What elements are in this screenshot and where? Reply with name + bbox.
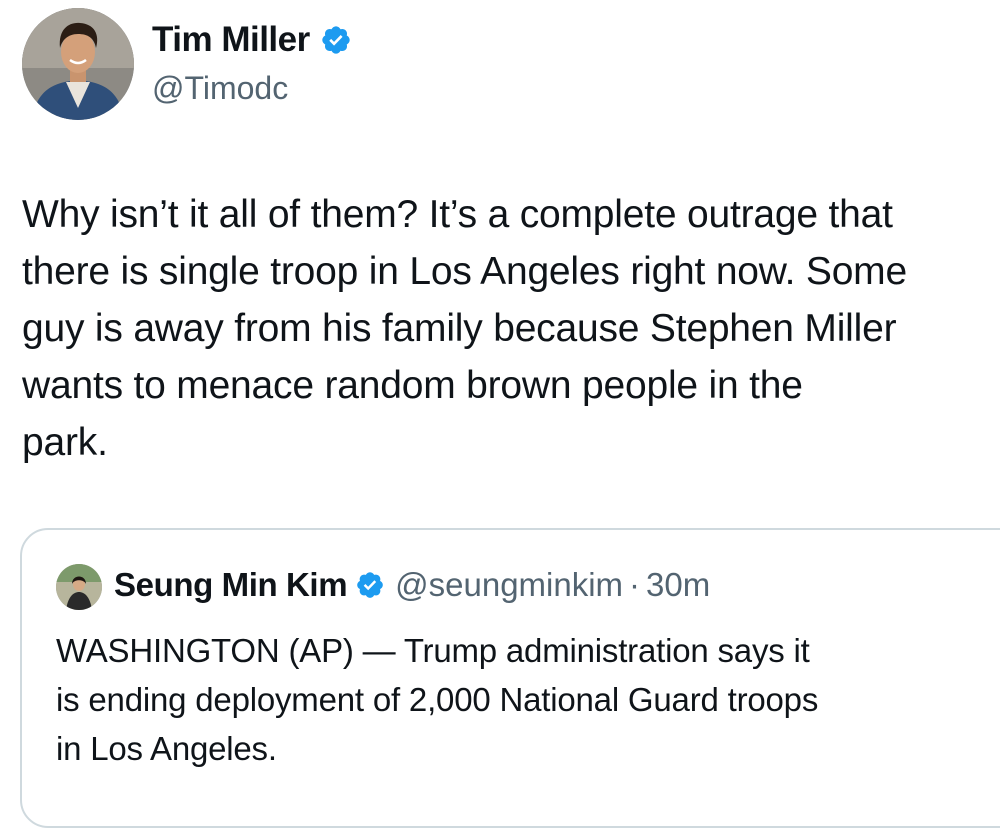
tweet: Tim Miller @Timodc Why isn’t it all of t… <box>0 0 1000 828</box>
quoted-tweet-card[interactable]: Seung Min Kim @seungminkim · 30m WASHING… <box>20 528 1000 828</box>
author-avatar[interactable] <box>22 8 134 120</box>
quoted-tweet-timestamp[interactable]: 30m <box>646 566 710 604</box>
quoted-tweet-text: WASHINGTON (AP) — Trump administration s… <box>56 632 819 767</box>
verified-badge-icon <box>355 570 385 600</box>
tweet-text: Why isn’t it all of them? It’s a complet… <box>22 193 907 464</box>
quoted-author-display-name[interactable]: Seung Min Kim <box>114 566 348 604</box>
separator-dot: · <box>629 566 641 603</box>
author-handle[interactable]: @Timodc <box>152 70 288 107</box>
quoted-tweet-header: Seung Min Kim @seungminkim · 30m <box>114 566 710 604</box>
quoted-author-avatar[interactable] <box>56 564 102 610</box>
author-name-row: Tim Miller <box>152 20 352 60</box>
quoted-author-handle[interactable]: @seungminkim <box>395 566 623 604</box>
verified-badge-icon <box>320 24 352 56</box>
author-display-name[interactable]: Tim Miller <box>152 20 310 60</box>
